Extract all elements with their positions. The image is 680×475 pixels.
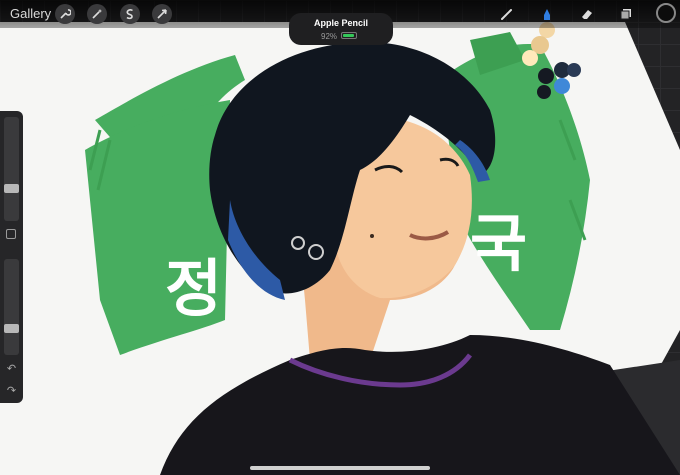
battery-level xyxy=(343,34,354,37)
transform-icon[interactable] xyxy=(152,4,172,24)
brush-size-handle[interactable] xyxy=(4,184,19,193)
apple-pencil-popup: Apple Pencil 92% xyxy=(289,13,393,45)
korean-text-left: 정 xyxy=(165,252,222,325)
layers-icon[interactable] xyxy=(616,4,636,24)
undo-icon[interactable]: ↶ xyxy=(5,363,18,376)
gallery-button[interactable]: Gallery xyxy=(10,6,51,21)
magic-wand-icon[interactable] xyxy=(87,4,107,24)
pencil-title: Apple Pencil xyxy=(313,18,368,28)
wrench-icon[interactable] xyxy=(55,4,75,24)
artwork: 정 국 xyxy=(0,22,680,475)
brush-size-slider[interactable] xyxy=(4,117,19,221)
home-indicator[interactable] xyxy=(250,466,430,470)
color-picker-button[interactable] xyxy=(656,3,676,23)
left-sidebar: ↶ ↷ xyxy=(0,111,23,403)
korean-text-right: 국 xyxy=(470,207,527,280)
pencil-battery-percent: 92% xyxy=(321,32,338,41)
redo-icon[interactable]: ↷ xyxy=(5,385,18,398)
brush-icon[interactable] xyxy=(497,4,517,24)
opacity-slider[interactable] xyxy=(4,259,19,355)
smudge-icon[interactable] xyxy=(537,4,557,24)
canvas[interactable]: 정 국 xyxy=(0,0,680,475)
selection-icon[interactable] xyxy=(120,4,140,24)
opacity-handle[interactable] xyxy=(4,324,19,333)
eraser-icon[interactable] xyxy=(577,4,597,24)
battery-icon xyxy=(341,32,357,39)
modify-button[interactable] xyxy=(6,229,16,239)
